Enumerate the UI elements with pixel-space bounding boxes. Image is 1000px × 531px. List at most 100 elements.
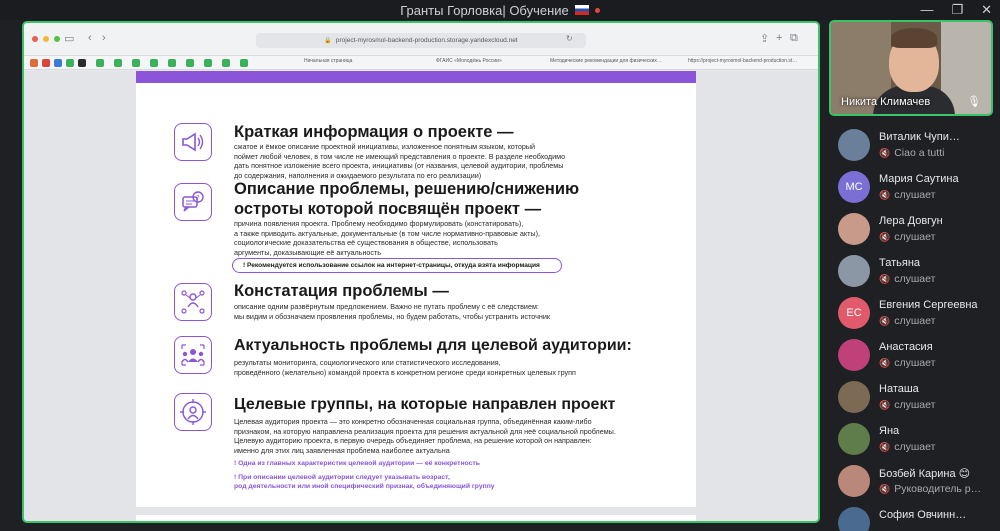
bookmark-icon[interactable] bbox=[186, 59, 194, 67]
participant-item[interactable]: Яна 🔇 слушает bbox=[833, 420, 1000, 462]
bookmark-icon[interactable] bbox=[42, 59, 50, 67]
minimize-dot-icon[interactable] bbox=[43, 36, 49, 42]
section-title-summary: Краткая информация о проекте — bbox=[234, 123, 514, 141]
maximize-button[interactable]: ❐ bbox=[951, 2, 963, 18]
avatar: ЕС bbox=[838, 297, 870, 329]
mic-muted-icon: 🔇 bbox=[879, 190, 891, 200]
section-title-problem-line2: остроты которой посвящён проект — bbox=[234, 200, 542, 218]
group-icon bbox=[174, 336, 212, 374]
russia-flag-icon bbox=[574, 5, 589, 15]
bookmark-icon[interactable] bbox=[132, 59, 140, 67]
mic-muted-icon: 🔇 bbox=[879, 484, 891, 494]
mic-muted-icon: 🔇 bbox=[879, 274, 891, 284]
address-text: project-myrosmol-backend-production.stor… bbox=[335, 37, 518, 44]
avatar bbox=[838, 339, 870, 371]
megaphone-icon bbox=[174, 123, 212, 161]
participant-status: 🔇 Руководитель р… bbox=[879, 483, 982, 495]
section-text-problem: причина появления проекта. Проблему необ… bbox=[234, 219, 540, 257]
reload-icon[interactable]: ↻ bbox=[566, 34, 573, 43]
section-text-relevance: результаты мониторинга, социологического… bbox=[234, 358, 576, 377]
bookmark-icon[interactable] bbox=[168, 59, 176, 67]
participant-item[interactable]: София Овчинн… bbox=[833, 504, 1000, 531]
section-title-relevance: Актуальность проблемы для целевой аудито… bbox=[234, 337, 632, 354]
mic-muted-icon: 🔇 bbox=[879, 316, 891, 326]
participant-item[interactable]: ЕС Евгения Сергеевна 🔇 слушает bbox=[833, 294, 1000, 336]
participant-status: 🔇 слушает bbox=[879, 357, 936, 369]
chat-question-icon: ? bbox=[174, 183, 212, 221]
mic-muted-icon: 🔇 bbox=[879, 232, 891, 242]
participant-item[interactable]: Лера Довгун 🔇 слушает bbox=[833, 210, 1000, 252]
section-text-statement: описание одним развёрнутым предложением.… bbox=[234, 302, 550, 321]
minimize-button[interactable]: — bbox=[920, 2, 933, 18]
avatar bbox=[838, 129, 870, 161]
bookmark-icon[interactable] bbox=[150, 59, 158, 67]
next-document-page bbox=[136, 515, 696, 521]
participant-status: 🔇 слушает bbox=[879, 273, 936, 285]
page-header-stripe bbox=[136, 71, 696, 83]
window-title: Гранты Горловка| Обучение bbox=[400, 2, 569, 18]
participant-item[interactable]: Бозбей Карина 😊 🔇 Руководитель р… bbox=[833, 462, 1000, 504]
recording-dot-icon bbox=[594, 7, 600, 13]
avatar bbox=[838, 213, 870, 245]
tab-fgais[interactable]: ФГАИС «Молодёжь России» bbox=[436, 58, 566, 68]
participant-item[interactable]: Наташа 🔇 слушает bbox=[833, 378, 1000, 420]
address-bar[interactable]: 🔒 project-myrosmol-backend-production.st… bbox=[256, 33, 586, 48]
sidebar-toggle-icon[interactable]: ▭ bbox=[64, 32, 74, 45]
participant-status: 🔇 слушает bbox=[879, 399, 936, 411]
bookmark-icon[interactable] bbox=[30, 59, 38, 67]
bookmark-icon[interactable] bbox=[96, 59, 104, 67]
bookmark-icon[interactable] bbox=[54, 59, 62, 67]
participant-name: Наташа bbox=[879, 383, 919, 395]
mic-muted-icon: 🔇 bbox=[879, 442, 891, 452]
participant-name: София Овчинн… bbox=[879, 509, 967, 521]
mic-muted-icon: 🔇 bbox=[879, 400, 891, 410]
pdf-viewer[interactable]: Краткая информация о проекте — сжатое и … bbox=[24, 71, 818, 521]
participant-item[interactable]: Татьяна 🔇 слушает bbox=[833, 252, 1000, 294]
microphone-icon: 🎙 bbox=[967, 96, 981, 108]
new-tab-icon[interactable]: + bbox=[776, 32, 782, 44]
section-title-statement: Констатация проблемы — bbox=[234, 282, 449, 300]
bookmark-icon[interactable] bbox=[240, 59, 248, 67]
tab-guidelines[interactable]: Методические рекомендации для физических… bbox=[550, 58, 682, 68]
avatar bbox=[838, 465, 870, 497]
avatar bbox=[838, 255, 870, 287]
people-network-icon bbox=[174, 283, 212, 321]
zoom-dot-icon[interactable] bbox=[54, 36, 60, 42]
speaker-video-tile[interactable]: Никита Климачев 🎙 bbox=[829, 20, 993, 116]
tabs-overview-icon[interactable]: ⧉ bbox=[790, 32, 798, 45]
participant-status: 🔇 Ciao a tutti bbox=[879, 147, 945, 159]
bookmark-icon[interactable] bbox=[204, 59, 212, 67]
close-dot-icon[interactable] bbox=[32, 36, 38, 42]
participant-item[interactable]: МС Мария Саутина 🔇 слушает bbox=[833, 168, 1000, 210]
bookmark-icon[interactable] bbox=[66, 59, 74, 67]
bookmarks-bar: Начальная страница ФГАИС «Молодёжь Росси… bbox=[24, 56, 818, 70]
participant-name: Анастасия bbox=[879, 341, 933, 353]
bookmark-icon[interactable] bbox=[78, 59, 86, 67]
target-person-icon bbox=[174, 393, 212, 431]
screen-share: ▭ ‹ › 🔒 project-myrosmol-backend-product… bbox=[22, 21, 820, 523]
target-note-1: ! Одна из главных характеристик целевой … bbox=[234, 460, 480, 467]
recommendation-note: ! Рекомендуется использование ссылок на … bbox=[232, 258, 562, 273]
participant-status: 🔇 слушает bbox=[879, 441, 936, 453]
bookmark-icon[interactable] bbox=[114, 59, 122, 67]
window-titlebar: Гранты Горловка| Обучение — ❐ ✕ bbox=[0, 0, 1000, 20]
share-icon[interactable]: ⇪ bbox=[760, 32, 769, 45]
close-button[interactable]: ✕ bbox=[981, 2, 992, 18]
participant-name: Яна bbox=[879, 425, 900, 437]
participant-status: 🔇 слушает bbox=[879, 189, 936, 201]
participant-name: Лера Довгун bbox=[879, 215, 943, 227]
avatar bbox=[838, 381, 870, 413]
tab-current-document[interactable]: https://project-myrosmol-backend-product… bbox=[688, 58, 812, 68]
tab-start-page[interactable]: Начальная страница bbox=[304, 58, 424, 68]
participant-item[interactable]: Анастасия 🔇 слушает bbox=[833, 336, 1000, 378]
bookmark-icon[interactable] bbox=[222, 59, 230, 67]
participants-list[interactable]: Виталик Чупи… 🔇 Ciao a tutti МС Мария Сау… bbox=[833, 126, 1000, 531]
section-title-problem: Описание проблемы, решению/снижению bbox=[234, 180, 580, 198]
participant-item[interactable]: Виталик Чупи… 🔇 Ciao a tutti bbox=[833, 126, 1000, 168]
back-icon[interactable]: ‹ bbox=[88, 32, 92, 44]
forward-icon[interactable]: › bbox=[102, 32, 106, 44]
participant-name: Евгения Сергеевна bbox=[879, 299, 978, 311]
avatar bbox=[838, 423, 870, 455]
participant-name: Бозбей Карина 😊 bbox=[879, 468, 971, 480]
mic-muted-icon: 🔇 bbox=[879, 148, 891, 158]
